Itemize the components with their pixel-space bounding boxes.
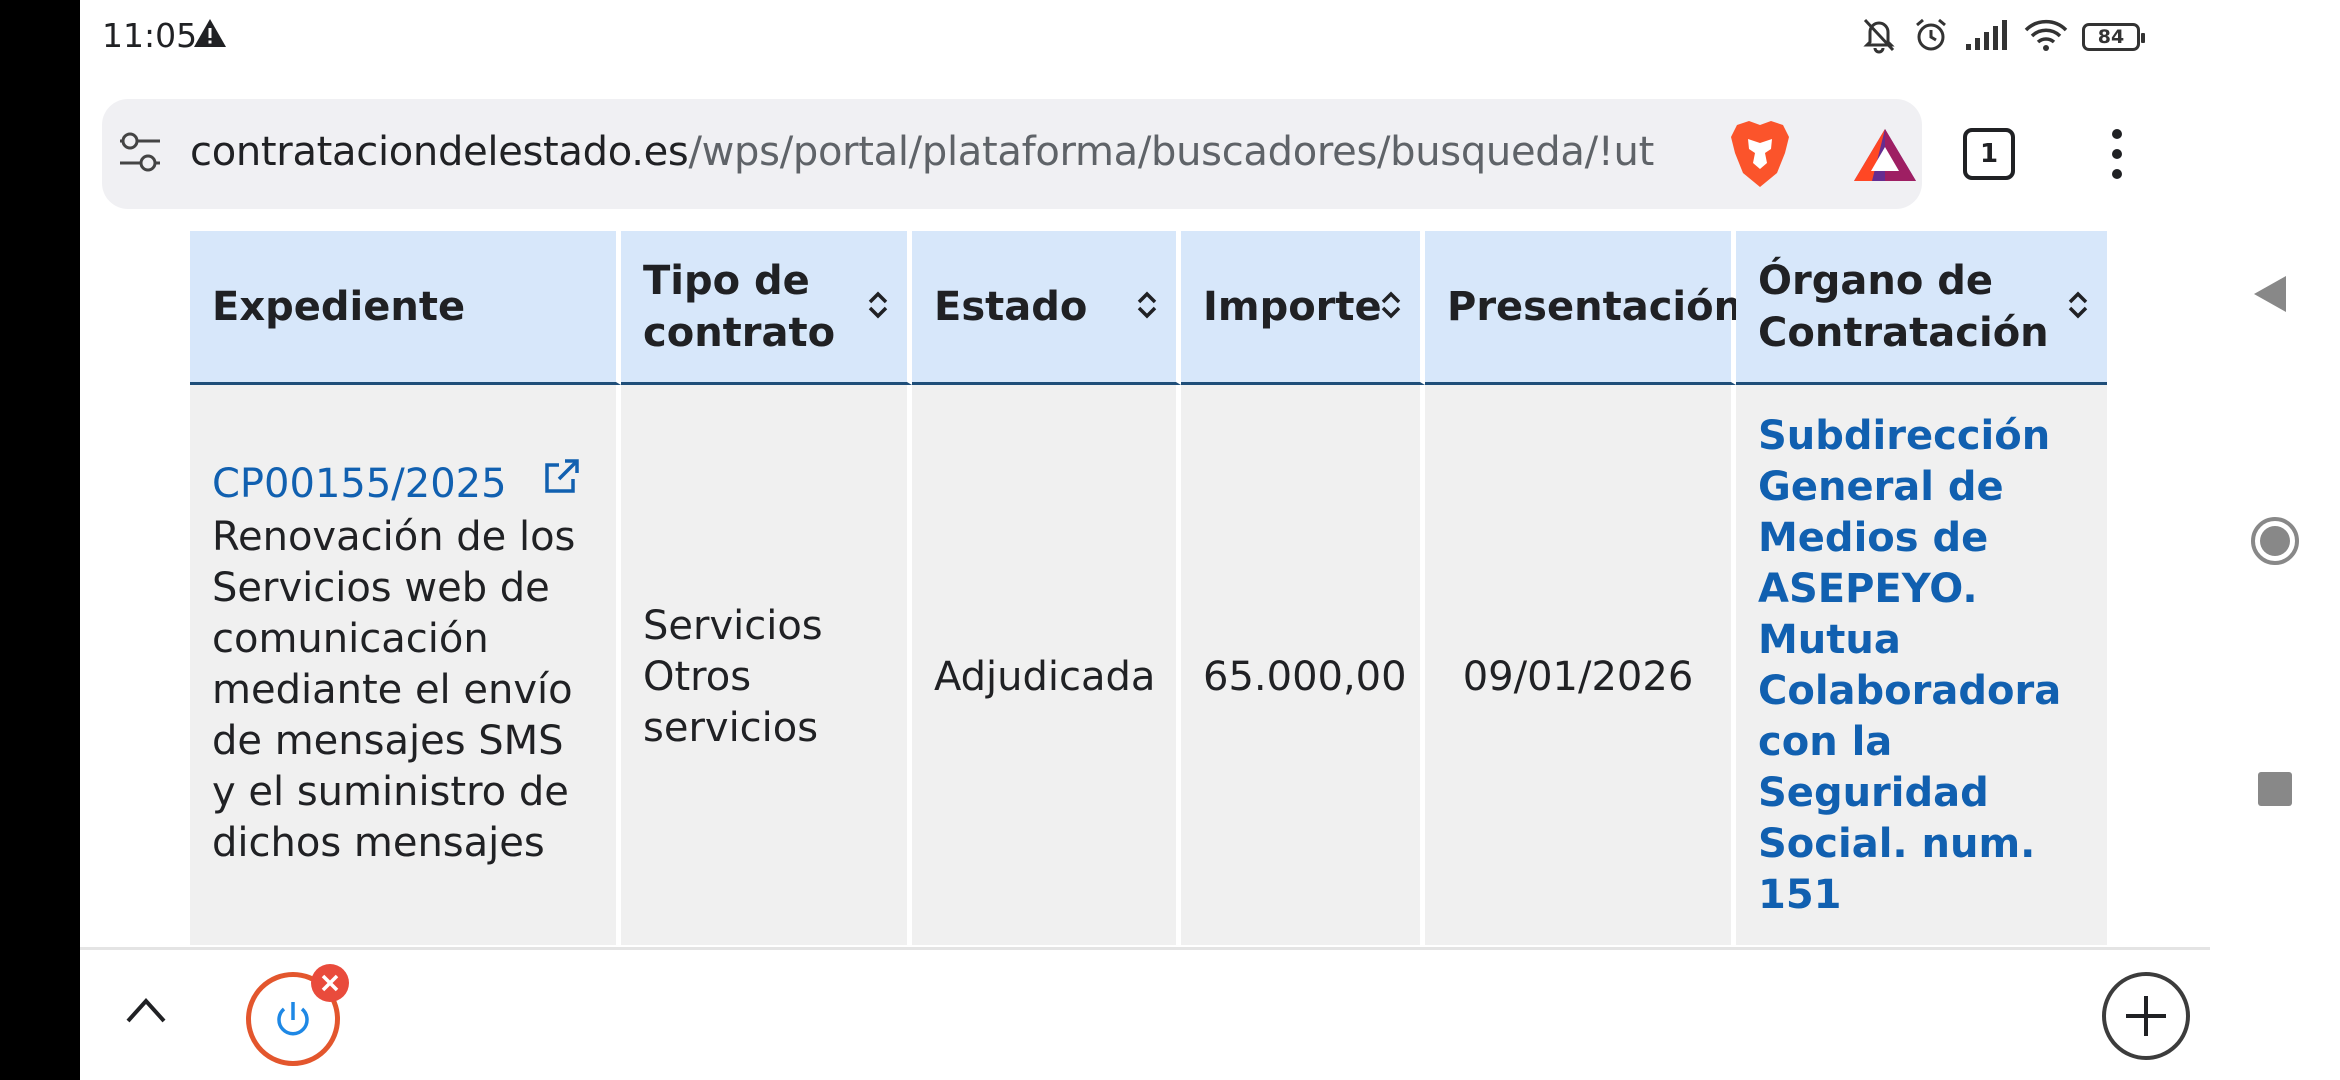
url-text[interactable]: contrataciondelestado.es/wps/portal/plat… bbox=[190, 129, 1654, 175]
results-table: Expediente Tipo de contrato Estado Impor… bbox=[190, 231, 2107, 945]
wifi-icon bbox=[2024, 18, 2068, 56]
site-settings-icon[interactable] bbox=[118, 129, 162, 181]
table-row: CP00155/2025 Renovación de los Servicios… bbox=[190, 385, 2107, 945]
cell-expediente: CP00155/2025 Renovación de los Servicios… bbox=[190, 385, 621, 945]
battery-icon: 84 bbox=[2082, 23, 2145, 51]
cell-importe: 65.000,00 bbox=[1181, 385, 1425, 945]
back-triangle-icon[interactable] bbox=[2252, 274, 2288, 318]
header-expediente: Expediente bbox=[190, 231, 621, 385]
recents-square-icon[interactable] bbox=[2258, 772, 2292, 806]
sort-icon[interactable] bbox=[1380, 281, 1402, 333]
external-link-icon[interactable] bbox=[543, 457, 581, 508]
cell-tipo-contrato: Servicios Otros servicios bbox=[621, 385, 912, 945]
power-icon bbox=[269, 995, 317, 1047]
cell-presentacion: 09/01/2026 bbox=[1425, 385, 1736, 945]
header-estado[interactable]: Estado bbox=[912, 231, 1181, 385]
header-importe[interactable]: Importe bbox=[1181, 231, 1425, 385]
url-path: /wps/portal/plataforma/buscadores/busque… bbox=[688, 129, 1654, 175]
header-tipo-contrato[interactable]: Tipo de contrato bbox=[621, 231, 912, 385]
header-organo[interactable]: Órgano de Contratación bbox=[1736, 231, 2107, 385]
header-presentacion: Presentación bbox=[1425, 231, 1742, 385]
cell-estado: Adjudicada bbox=[912, 385, 1181, 945]
more-options-icon[interactable] bbox=[2110, 128, 2124, 184]
url-domain: contrataciondelestado.es bbox=[190, 129, 689, 175]
left-edge-bar bbox=[0, 0, 80, 1080]
sort-icon[interactable] bbox=[2067, 281, 2089, 333]
status-icons: 84 bbox=[1860, 16, 2145, 58]
cell-organo: Subdirección General de Medios de ASEPEY… bbox=[1736, 385, 2107, 945]
address-bar[interactable]: contrataciondelestado.es/wps/portal/plat… bbox=[102, 99, 1922, 209]
new-tab-plus-button[interactable] bbox=[2102, 972, 2190, 1060]
status-time: 11:05 bbox=[102, 16, 198, 55]
home-circle-icon[interactable] bbox=[2250, 516, 2300, 570]
brave-rewards-icon[interactable] bbox=[1852, 127, 1918, 187]
expediente-link[interactable]: CP00155/2025 bbox=[212, 461, 507, 507]
organo-link[interactable]: Subdirección General de Medios de ASEPEY… bbox=[1758, 413, 2061, 918]
close-badge-icon[interactable] bbox=[311, 964, 349, 1002]
sort-icon[interactable] bbox=[867, 281, 889, 333]
tab-switcher-button[interactable]: 1 bbox=[1963, 128, 2015, 180]
browser-screen: 11:05 84 contrataciondelestado.es/wps/po… bbox=[80, 0, 2210, 1080]
mute-icon bbox=[1860, 16, 1898, 58]
table-header-row: Expediente Tipo de contrato Estado Impor… bbox=[190, 231, 2107, 385]
android-nav-bar bbox=[2210, 0, 2340, 1080]
warning-icon bbox=[193, 18, 227, 52]
status-bar: 11:05 84 bbox=[80, 0, 2210, 78]
chevron-up-icon[interactable] bbox=[124, 995, 168, 1029]
sort-icon[interactable] bbox=[1136, 281, 1158, 333]
expediente-description: Renovación de los Servicios web de comun… bbox=[212, 513, 576, 866]
alarm-icon bbox=[1912, 16, 1950, 58]
signal-icon bbox=[1964, 18, 2010, 56]
brave-shields-icon[interactable] bbox=[1727, 119, 1793, 193]
bottom-toolbar bbox=[80, 947, 2210, 1080]
